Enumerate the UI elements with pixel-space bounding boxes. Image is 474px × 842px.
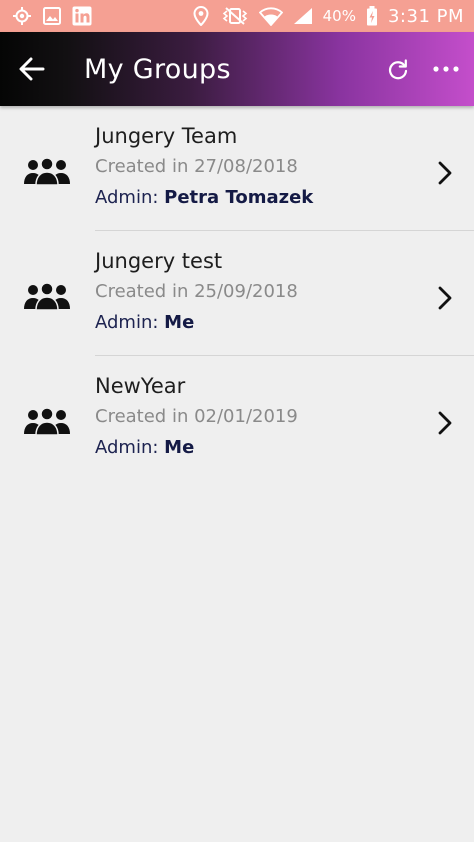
group-name: Jungery Team [95, 124, 238, 148]
group-item[interactable]: Jungery test Created in 25/09/2018 Admin… [0, 231, 474, 356]
image-icon [42, 6, 62, 26]
status-time: 3:31 PM [387, 5, 464, 27]
chevron-right-icon [438, 161, 452, 185]
admin-name: Petra Tomazek [164, 187, 314, 208]
admin-label: Admin: [95, 437, 165, 458]
page-title: My Groups [84, 53, 231, 85]
refresh-button[interactable] [378, 32, 418, 106]
group-created-date: Created in 25/09/2018 [95, 281, 298, 302]
battery-charging-icon [366, 6, 378, 26]
chevron-right-icon [438, 411, 452, 435]
back-arrow-icon [19, 57, 45, 81]
group-list: Jungery Team Created in 27/08/2018 Admin… [0, 106, 474, 481]
group-icon [24, 157, 70, 185]
chevron-right-icon [438, 286, 452, 310]
battery-percent: 40% [322, 7, 356, 25]
signal-icon [293, 6, 313, 26]
more-options-button[interactable] [418, 32, 474, 106]
status-left-icons [12, 6, 92, 26]
wifi-icon [258, 6, 283, 26]
group-item[interactable]: NewYear Created in 02/01/2019 Admin: Me [0, 356, 474, 481]
location-icon [191, 6, 211, 26]
status-bar: 40% 3:31 PM [0, 0, 474, 32]
group-icon [24, 407, 70, 435]
refresh-icon [388, 59, 408, 80]
group-admin: Admin: Petra Tomazek [95, 187, 313, 208]
linkedin-icon [72, 6, 92, 26]
group-name: Jungery test [95, 249, 223, 273]
admin-name: Me [164, 437, 195, 458]
group-icon [24, 282, 70, 310]
admin-label: Admin: [95, 187, 165, 208]
admin-name: Me [164, 312, 195, 333]
app-bar: My Groups [0, 32, 474, 106]
group-name: NewYear [95, 374, 186, 398]
admin-label: Admin: [95, 312, 165, 333]
group-admin: Admin: Me [95, 312, 194, 333]
group-created-date: Created in 27/08/2018 [95, 156, 298, 177]
vibrate-icon [221, 6, 249, 26]
group-admin: Admin: Me [95, 437, 194, 458]
more-icon [433, 66, 459, 72]
group-item[interactable]: Jungery Team Created in 27/08/2018 Admin… [0, 106, 474, 231]
gps-icon [12, 6, 32, 26]
status-right-icons: 40% 3:31 PM [191, 6, 464, 27]
group-created-date: Created in 02/01/2019 [95, 406, 298, 427]
back-button[interactable] [0, 32, 64, 106]
